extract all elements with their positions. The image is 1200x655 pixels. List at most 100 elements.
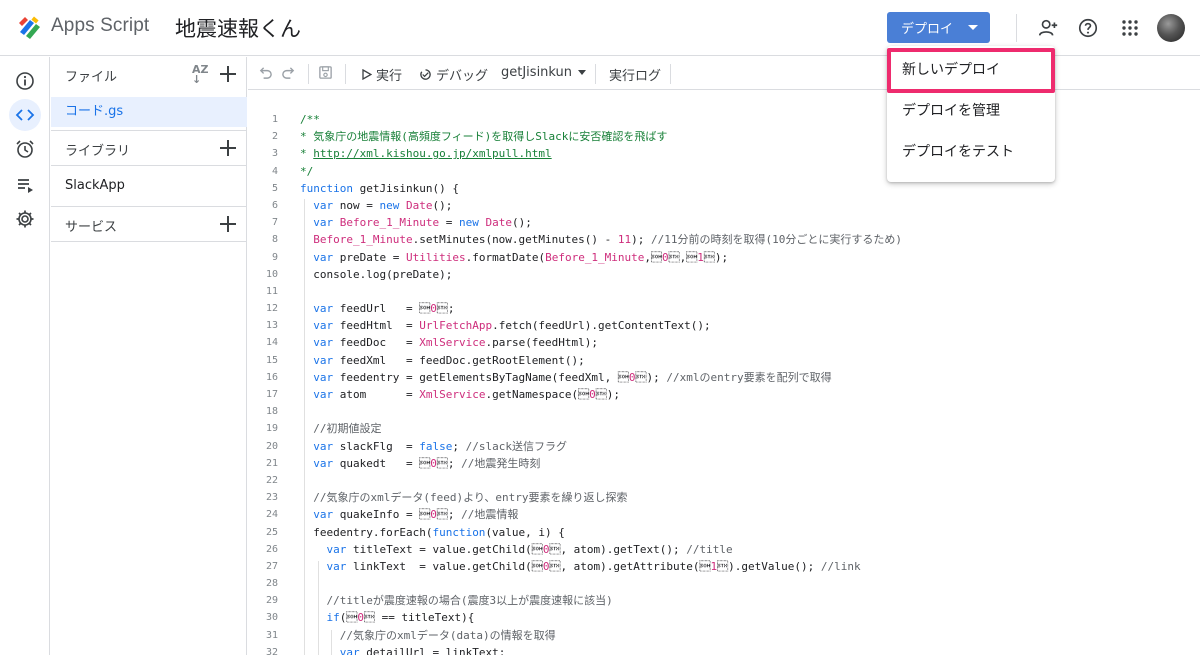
code-line[interactable]: 32 var detailUrl = linkText; [248,644,1200,655]
debug-button[interactable]: デバッグ [419,65,488,84]
code-text: var feedUrl = 0; [313,302,455,316]
run-button[interactable]: 実行 [362,65,402,84]
code-line[interactable]: 2 * 気象庁の地震情報(高頻度フィード)を取得しSlackに安否確認を飛ばす [248,128,1200,145]
code-text: //気象庁のxmlデータ(feed)より、entry要素を繰り返し探索 [313,491,628,505]
line-number: 4 [271,165,278,177]
code-text: /** [300,113,320,126]
undo-icon[interactable] [258,65,273,80]
line-number: 5 [271,182,278,194]
toolbar-divider [595,64,596,84]
redo-icon[interactable] [281,65,296,80]
code-line[interactable]: 3 * http://xml.kishou.go.jp/xmlpull.html [248,145,1200,162]
code-editor[interactable]: 1 /** 2 * 気象庁の地震情報(高頻度フィード)を取得しSlackに安否確認を飛… [248,91,1200,655]
line-number: 3 [271,148,278,160]
code-text: if(0 == titleText){ [326,611,475,625]
code-line[interactable]: 16 var feedentry = getElementsByTagName(… [248,369,1200,386]
code-line[interactable]: 31 //気象庁のxmlデータ(data)の情報を取得 [248,627,1200,644]
line-number: 14 [265,337,278,349]
services-section-header: サービス [51,207,247,243]
debug-label: デバッグ [436,69,489,84]
code-line[interactable]: 10 console.log(preDate); [248,266,1200,283]
apps-script-logo-icon[interactable] [16,14,44,42]
menu-item-new-deployment[interactable]: 新しいデプロイ [887,50,1055,90]
code-line[interactable]: 20 var slackFlg = false; //slack送信フラグ [248,438,1200,455]
divider [51,165,247,166]
code-line[interactable]: 25 feedentry.forEach(function(value, i) … [248,524,1200,541]
code-line[interactable]: 30 if(0 == titleText){ [248,609,1200,626]
line-number: 13 [265,320,278,332]
left-rail [0,57,50,655]
avatar[interactable] [1157,14,1185,42]
line-number: 21 [265,457,278,469]
settings-icon[interactable] [9,203,41,235]
menu-item-manage-deployments[interactable]: デプロイを管理 [887,91,1055,131]
code-line[interactable]: 9 var preDate = Utilities.formatDate(Bef… [248,249,1200,266]
code-text: */ [300,164,314,178]
line-number: 30 [265,612,278,624]
code-text: function getJisinkun() { [300,181,459,195]
code-line[interactable]: 21 var quakedt = 0; //地震発生時刻 [248,455,1200,472]
code-line[interactable]: 19 //初期値設定 [248,420,1200,437]
menu-item-test-deployments[interactable]: デプロイをテスト [887,132,1055,172]
line-number: 9 [271,251,278,263]
execution-log-button[interactable]: 実行ログ [609,65,661,84]
function-selector[interactable]: getJisinkun [501,65,587,80]
line-number: 8 [271,234,278,246]
project-title[interactable]: 地震速報くん [175,13,301,43]
code-line[interactable]: 1 /** [248,111,1200,128]
add-file-icon[interactable] [219,65,237,83]
code-line[interactable]: 15 var feedXml = feedDoc.getRootElement(… [248,352,1200,369]
file-item-code-gs[interactable]: コード.gs [51,97,247,127]
code-line[interactable]: 23 //気象庁のxmlデータ(feed)より、entry要素を繰り返し探索 [248,489,1200,506]
library-item-slackapp[interactable]: SlackApp [65,178,125,193]
deploy-button[interactable]: デプロイ [887,12,990,43]
code-line[interactable]: 4 */ [248,163,1200,180]
line-number: 27 [265,560,278,572]
code-text: var feedHtml = UrlFetchApp.fetch(feedUrl… [313,319,711,333]
line-number: 24 [265,509,278,521]
code-line[interactable]: 6 var now = new Date(); [248,197,1200,214]
caret-down-icon [968,25,978,30]
deploy-button-label: デプロイ [901,22,954,37]
line-number: 1 [271,114,278,125]
line-number: 17 [265,389,278,400]
code-line[interactable]: 26 var titleText = value.getChild(0, a… [248,541,1200,558]
code-line[interactable]: 7 var Before_1_Minute = new Date(); [248,214,1200,231]
chevron-down-icon [578,70,587,75]
line-number: 25 [265,526,278,538]
code-line[interactable]: 18 [248,403,1200,420]
alarm-icon[interactable] [9,133,41,165]
code-line[interactable]: 28 [248,575,1200,592]
app-name[interactable]: Apps Script [51,15,149,37]
add-library-icon[interactable] [219,139,237,157]
code-line[interactable]: 29 //titleが震度速報の場合(震度3以上が震度速報に該当) [248,592,1200,609]
sort-az-icon[interactable]: AZ ↓ [192,64,209,85]
code-line[interactable]: 22 [248,472,1200,489]
line-number: 6 [271,199,278,211]
save-icon[interactable] [318,65,333,80]
code-line[interactable]: 8 Before_1_Minute.setMinutes(now.getMinu… [248,231,1200,248]
line-number: 11 [265,285,278,297]
code-text: //titleが震度速報の場合(震度3以上が震度速報に該当) [326,594,613,608]
code-line[interactable]: 17 var atom = XmlService.getNamespace(0… [248,386,1200,403]
line-number: 20 [265,440,278,452]
code-line[interactable]: 12 var feedUrl = 0; [248,300,1200,317]
line-number: 26 [265,543,278,555]
code-line[interactable]: 14 var feedDoc = XmlService.parse(feedHt… [248,334,1200,351]
code-line[interactable]: 11 [248,283,1200,300]
help-icon[interactable] [1075,15,1101,41]
add-service-icon[interactable] [219,215,237,233]
add-person-icon[interactable] [1035,15,1061,41]
code-icon[interactable] [9,99,41,131]
line-number: 31 [265,629,278,641]
code-text: var slackFlg = false; //slack送信フラグ [313,439,567,453]
code-text: //初期値設定 [313,422,382,436]
line-number: 23 [265,492,278,504]
code-line[interactable]: 24 var quakeInfo = 0; //地震情報 [248,506,1200,523]
executions-icon[interactable] [9,169,41,201]
info-icon[interactable] [9,65,41,97]
apps-grid-icon[interactable] [1117,15,1143,41]
code-line[interactable]: 5 function getJisinkun() { [248,180,1200,197]
code-line[interactable]: 13 var feedHtml = UrlFetchApp.fetch(feed… [248,317,1200,334]
code-line[interactable]: 27 var linkText = value.getChild(0, at… [248,558,1200,575]
